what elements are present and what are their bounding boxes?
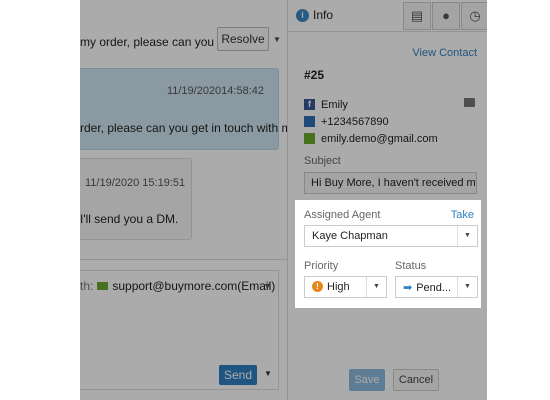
resolve-dropdown-icon[interactable]: ▼ — [273, 35, 281, 44]
tab-info-label: Info — [313, 8, 334, 22]
outgoing-message: 11/19/2020 15:19:51 I'll send you a DM. — [80, 158, 192, 240]
contact-name-row: f Emily — [304, 98, 348, 111]
tab-info[interactable]: i Info — [296, 8, 334, 23]
contact-phone: +1234567890 — [321, 116, 389, 128]
helpdesk-app: my order, please can you ... Resolve ▼ 1… — [80, 0, 487, 400]
message-text: I'll send you a DM. — [80, 212, 179, 226]
chevron-down-icon[interactable]: ▼ — [263, 281, 272, 291]
contact-name: Emily — [321, 99, 348, 111]
message-text: rder, please can you get in touch with m… — [80, 121, 287, 135]
email-icon — [97, 281, 109, 290]
conversation-pane: my order, please can you ... Resolve ▼ 1… — [80, 0, 287, 400]
chevron-down-icon[interactable]: ▼ — [366, 277, 386, 297]
subject-label: Subject — [304, 155, 341, 167]
contact-email-row: emily.demo@gmail.com — [304, 132, 438, 145]
reply-composer[interactable]: th: support@buymore.com(Email) ▼ Send ▼ — [80, 270, 279, 390]
subject-field[interactable]: Hi Buy More, I haven't received my — [304, 172, 477, 194]
conversation-subject: my order, please can you ... — [80, 35, 228, 49]
contact-email: emily.demo@gmail.com — [321, 133, 438, 145]
priority-value: High — [327, 281, 350, 293]
message-timestamp: 11/19/202014:58:42 — [166, 85, 264, 97]
conversation-header: my order, please can you ... Resolve ▼ — [80, 22, 287, 56]
view-contact-link[interactable]: View Contact — [412, 47, 477, 59]
resolve-button[interactable]: Resolve — [217, 27, 269, 51]
status-label: Status — [395, 260, 427, 272]
assignment-panel: Assigned Agent Take Kaye Chapman ▼ Prior… — [296, 200, 482, 308]
priority-high-icon: ! — [312, 280, 323, 292]
message-timestamp: 11/19/2020 15:19:51 — [85, 177, 186, 189]
cancel-button[interactable]: Cancel — [393, 369, 439, 391]
assigned-agent-label: Assigned Agent — [304, 209, 381, 221]
divider — [80, 259, 287, 260]
chevron-down-icon[interactable]: ▼ — [457, 277, 477, 297]
info-tabs: i Info ▤ ● ◷ — [288, 0, 487, 32]
arrow-right-icon: ➡ — [403, 282, 413, 294]
from-selector[interactable]: th: support@buymore.com(Email) — [80, 279, 279, 293]
status-value: Pend... — [416, 282, 452, 294]
tab-history[interactable]: ◷ — [461, 2, 487, 30]
send-dropdown-icon[interactable]: ▼ — [264, 369, 272, 378]
ticket-id: #25 — [304, 68, 325, 82]
send-button[interactable]: Send — [219, 365, 257, 385]
priority-label: Priority — [304, 260, 339, 272]
take-link[interactable]: Take — [451, 209, 474, 221]
incoming-message: 11/19/202014:58:42 rder, please can you … — [80, 68, 287, 150]
save-button[interactable]: Save — [349, 369, 385, 391]
email-icon — [304, 132, 315, 144]
from-value: support@buymore.com(Email) — [112, 279, 276, 293]
assigned-agent-value: Kaye Chapman — [312, 230, 388, 242]
status-display: ➡ Pend... — [403, 281, 451, 294]
user-icon: ● — [442, 8, 450, 23]
contact-phone-row: +1234567890 — [304, 115, 389, 128]
from-label: th: — [80, 279, 94, 293]
tab-notes[interactable]: ▤ — [403, 2, 431, 30]
info-icon: i — [296, 9, 309, 23]
priority-select[interactable]: ! High ▼ — [304, 276, 387, 298]
assigned-agent-select[interactable]: Kaye Chapman ▼ — [304, 225, 478, 247]
notebook-icon: ▤ — [410, 8, 424, 23]
phone-icon — [304, 115, 315, 127]
facebook-icon: f — [304, 98, 315, 110]
status-select[interactable]: ➡ Pend... ▼ — [395, 276, 478, 298]
clock-icon: ◷ — [469, 8, 481, 23]
priority-display: ! High — [312, 280, 350, 293]
tab-contact[interactable]: ● — [432, 2, 460, 30]
chevron-down-icon[interactable]: ▼ — [457, 226, 477, 246]
contact-card-icon[interactable] — [464, 98, 475, 107]
info-pane: i Info ▤ ● ◷ View Contact #25 f Emily +123… — [287, 0, 487, 400]
